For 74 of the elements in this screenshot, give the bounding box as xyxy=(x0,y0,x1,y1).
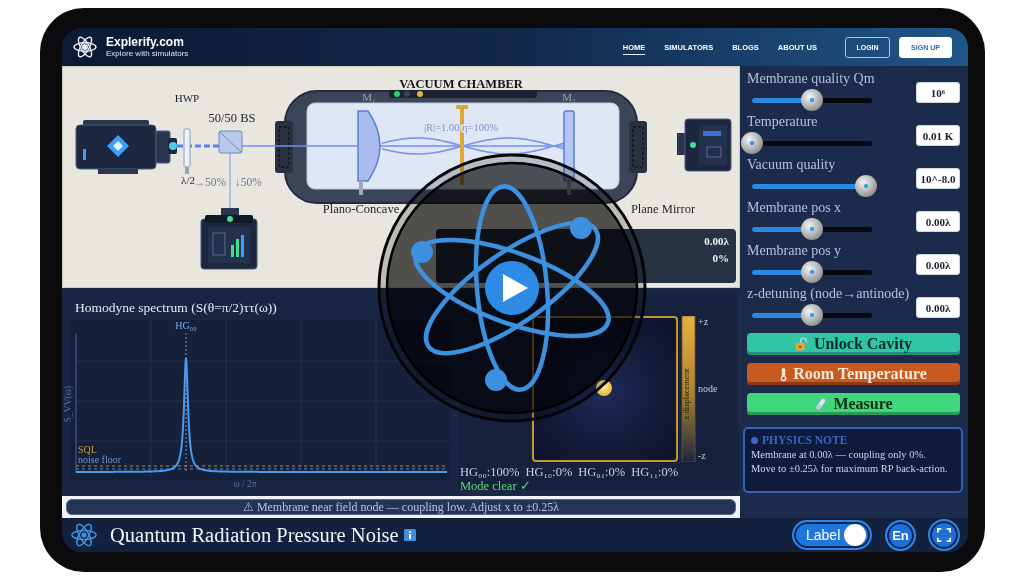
slider-thumb[interactable] xyxy=(741,132,763,154)
mirror-label: Plano-Concave xyxy=(322,202,400,216)
toggle-knob[interactable] xyxy=(844,524,866,546)
peak-label: HG₀₀ xyxy=(175,320,197,331)
slider-label: Membrane pos y xyxy=(746,242,843,260)
sql-label: SQL xyxy=(78,444,97,455)
mode-status: Mode clear ✓ xyxy=(459,479,532,494)
value-display: 0.00λ xyxy=(916,254,960,275)
mode-weight: HG₀₀:100% xyxy=(460,465,520,479)
value-display: 0.01 K xyxy=(916,125,960,146)
slider-label: Vacuum quality xyxy=(746,156,837,174)
scale-label: node xyxy=(698,383,718,394)
label-toggle[interactable]: Label xyxy=(792,520,872,550)
note-text: Membrane at 0.00λ — coupling only 0%. xyxy=(751,448,927,462)
action-button[interactable]: Room Temperature xyxy=(747,363,960,385)
status-value: 0% xyxy=(712,252,729,264)
waveplate-label: HWP xyxy=(174,92,200,104)
y-axis-label: S_VV(ω) xyxy=(64,385,73,423)
note-text: Move to ±0.25λ for maximum RP back-action. xyxy=(751,462,949,476)
scale-label: +z xyxy=(698,316,709,327)
atom-logo-icon[interactable] xyxy=(73,35,97,59)
noise-floor-label: noise floor xyxy=(78,454,122,465)
slider-thumb[interactable] xyxy=(855,175,877,197)
detector-drawing xyxy=(677,118,732,172)
slider-thumb[interactable] xyxy=(801,304,823,326)
simulator-title: Quantum Radiation Pressure Noise xyxy=(110,523,399,547)
panel-title: Homodyne spectrum (S(θ=π/2)ττ(ω)) xyxy=(74,299,278,316)
slider-label: Temperature xyxy=(746,113,819,131)
waveplate xyxy=(183,128,191,174)
slider-label: Membrane pos x xyxy=(746,199,843,217)
test-tube-icon xyxy=(814,396,828,412)
beam-splitter xyxy=(218,130,243,154)
action-button[interactable]: Unlock Cavity xyxy=(747,333,960,355)
status-value: 0.00λ xyxy=(704,235,729,247)
fullscreen-button[interactable] xyxy=(928,519,960,551)
warning-banner: ⚠ Membrane near field node — coupling low. Adjust x to ±0.25λ xyxy=(66,499,736,515)
padlock-icon xyxy=(794,337,808,351)
x-axis-label: ω / 2π xyxy=(233,479,257,489)
slider-thumb[interactable] xyxy=(801,89,823,111)
fullscreen-icon xyxy=(937,528,951,542)
scale-title: z displacement xyxy=(681,368,691,420)
value-display: 10⁶ xyxy=(916,82,960,103)
language-button[interactable]: En xyxy=(885,519,916,551)
value-display: 0.00λ xyxy=(916,211,960,232)
info-icon[interactable] xyxy=(403,529,416,541)
slider-thumb[interactable] xyxy=(801,261,823,283)
scale-label: -z xyxy=(698,450,706,461)
atom-logo-icon xyxy=(71,522,97,548)
chamber-label: VACUUM CHAMBER xyxy=(399,77,523,91)
action-button[interactable]: Measure xyxy=(747,393,960,415)
site-name[interactable]: Explerify.com xyxy=(106,36,189,48)
mirror-tag: M₁ xyxy=(362,91,376,103)
play-button[interactable] xyxy=(485,261,539,315)
laser-beam xyxy=(177,144,219,148)
split-ratio-label: ↓50% xyxy=(235,176,262,188)
slider-label: z-detuning (node→antinode) xyxy=(746,285,911,303)
site-tagline: Explore with simulators xyxy=(106,50,189,58)
thermometer-icon xyxy=(780,366,788,382)
mode-weight: HG₀₁:0% xyxy=(578,465,626,479)
mode-weight: HG₁₀:0% xyxy=(525,465,573,479)
value-display: 10^-8.0 xyxy=(916,168,960,189)
waveplate-type-label: λ/2 xyxy=(181,174,195,186)
mirror-tag: M₂ xyxy=(562,91,576,103)
splitter-label: 50/50 BS xyxy=(208,111,256,125)
dot-icon xyxy=(751,437,758,444)
slider-label: Membrane quality Qm xyxy=(746,70,876,88)
position-marker-icon[interactable] xyxy=(596,380,612,396)
mode-weight: HG₁₁:0% xyxy=(631,465,679,479)
detector-drawing xyxy=(200,208,258,270)
atom-icon xyxy=(411,184,611,392)
note-title: PHYSICS NOTE xyxy=(762,433,848,448)
slider-thumb[interactable] xyxy=(801,218,823,240)
mirror-label: Plane Mirror xyxy=(630,202,696,216)
value-display: 0.00λ xyxy=(916,297,960,318)
